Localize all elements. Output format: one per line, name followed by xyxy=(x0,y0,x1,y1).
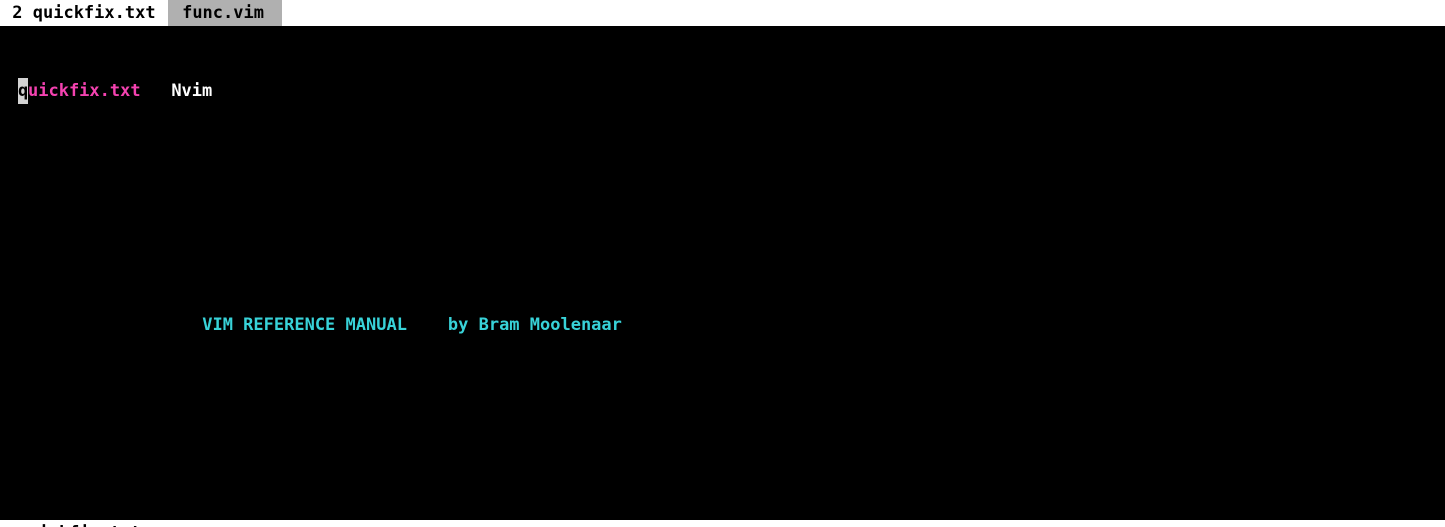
editor-blank-2 xyxy=(18,234,1445,260)
statusline-top: quickfix.txt xyxy=(0,520,1445,527)
statusline-top-text: quickfix.txt xyxy=(18,523,141,527)
tab-active-index: 2 xyxy=(12,3,22,23)
editor-blank-3 xyxy=(18,390,1445,416)
tab-line: 2 quickfix.txt func.vim xyxy=(0,0,1445,26)
tab-inactive[interactable]: func.vim xyxy=(168,0,282,26)
help-nvim-label: Nvim xyxy=(171,81,212,101)
editor-blank-1 xyxy=(18,156,1445,182)
help-file-tag: uickfix.txt xyxy=(28,81,141,101)
cursor: q xyxy=(18,78,28,104)
manual-title: VIM REFERENCE MANUAL xyxy=(202,315,407,335)
editor-line-1: quickfix.txt Nvim xyxy=(18,78,1445,104)
tab-inactive-name: func.vim xyxy=(182,3,264,23)
manual-title-row: VIM REFERENCE MANUAL by Bram Moolenaar xyxy=(18,312,1445,338)
tab-active-name: quickfix.txt xyxy=(33,3,156,23)
tab-active[interactable]: 2 quickfix.txt xyxy=(0,0,168,26)
manual-author: by Bram Moolenaar xyxy=(448,315,622,335)
editor-blank-4 xyxy=(18,468,1445,494)
editor-window-top[interactable]: quickfix.txt Nvim VIM REFERENCE MANUAL b… xyxy=(0,26,1445,520)
